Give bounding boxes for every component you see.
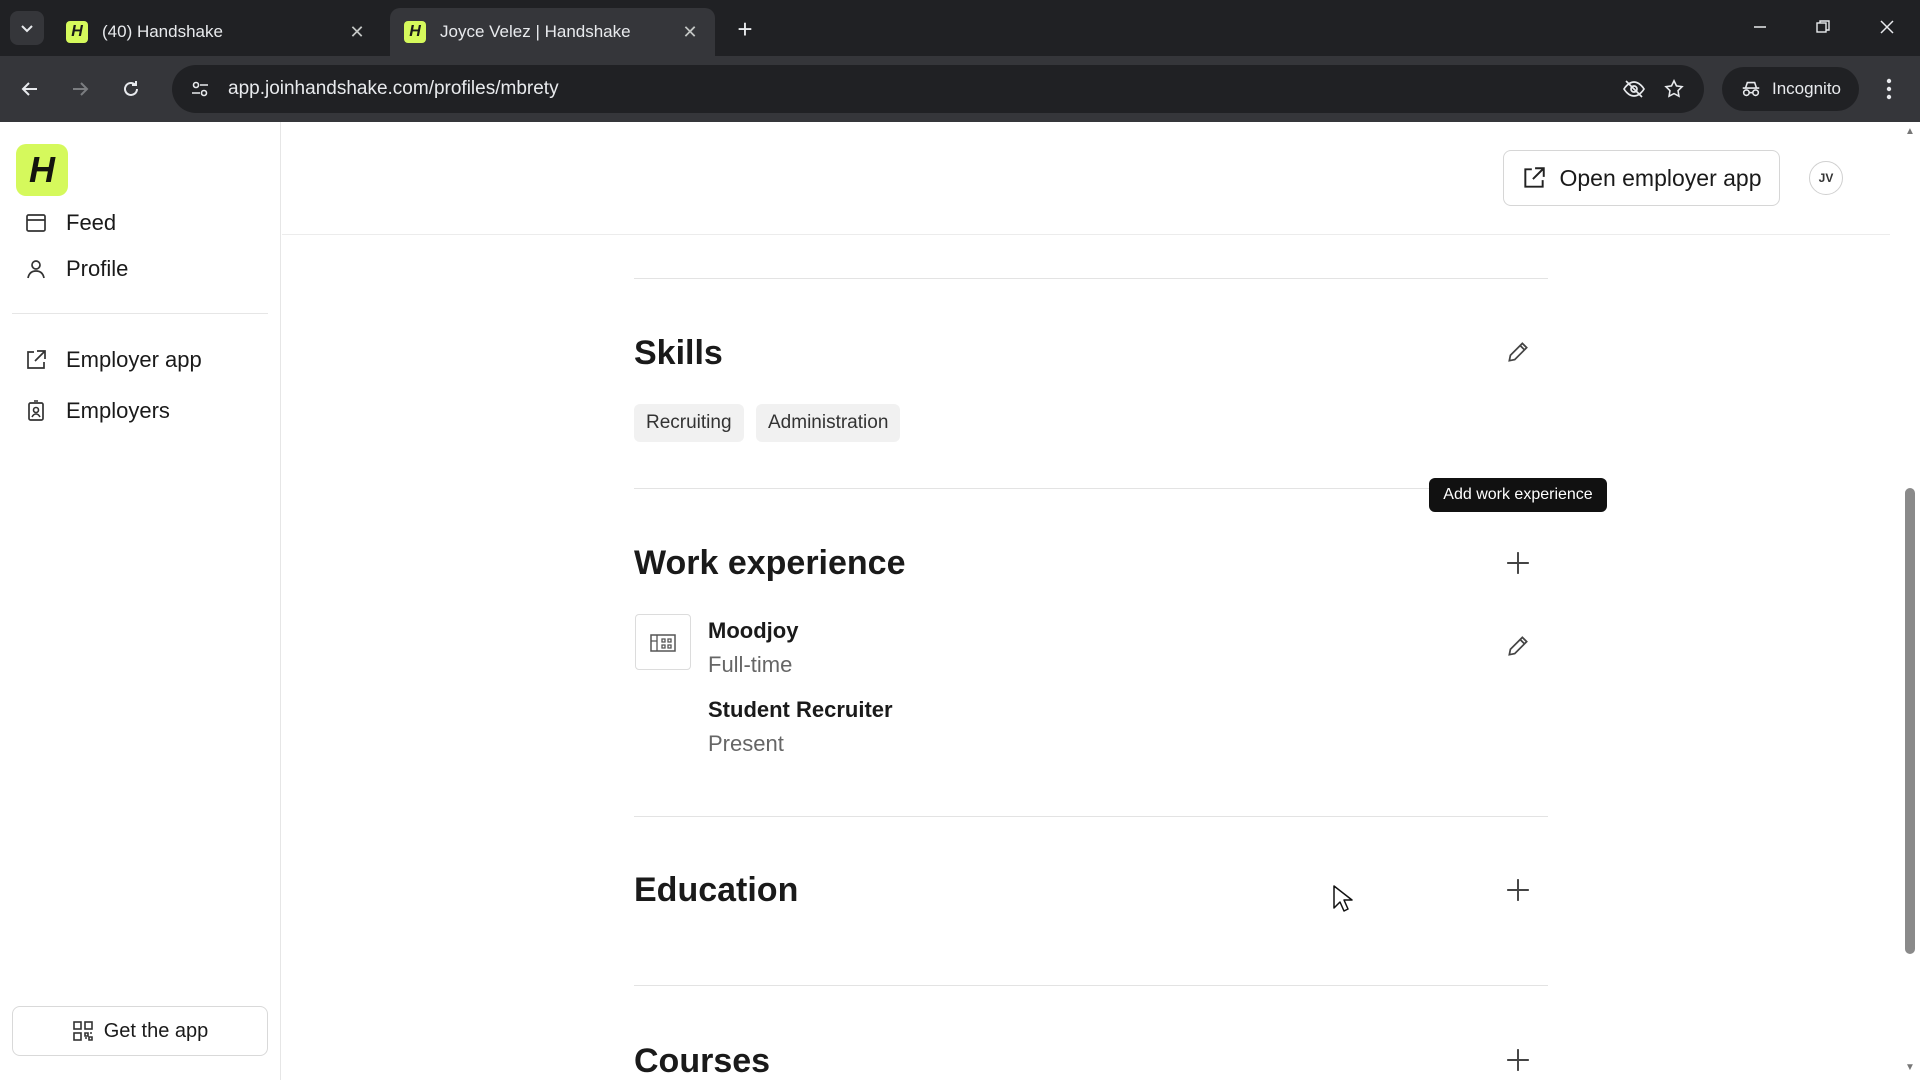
scroll-thumb[interactable]: [1905, 488, 1915, 954]
address-bar[interactable]: app.joinhandshake.com/profiles/mbrety: [172, 65, 1704, 113]
window-close-icon[interactable]: [1867, 10, 1907, 44]
restore-icon[interactable]: [1803, 10, 1843, 44]
plus-icon: [1507, 1049, 1529, 1071]
pencil-icon: [1508, 636, 1528, 656]
courses-heading: Courses: [634, 1042, 771, 1080]
skills-heading: Skills: [634, 334, 723, 372]
feed-icon: [22, 212, 50, 234]
tab-title: Joyce Velez | Handshake: [440, 22, 631, 41]
add-work-experience-tooltip: Add work experience: [1429, 478, 1607, 512]
avatar[interactable]: JV: [1809, 161, 1843, 195]
job-title: Student Recruiter: [708, 697, 893, 722]
minimize-icon[interactable]: [1740, 10, 1780, 44]
person-icon: [22, 258, 50, 280]
sidebar-item-feed[interactable]: Feed: [22, 203, 116, 243]
page-scrollbar[interactable]: ▲ ▼: [1900, 122, 1920, 1080]
scroll-down-icon[interactable]: ▼: [1904, 1062, 1916, 1073]
back-arrow-icon[interactable]: [13, 72, 47, 106]
mouse-cursor-icon: [1333, 885, 1353, 912]
external-link-icon: [22, 349, 50, 371]
scroll-up-icon[interactable]: ▲: [1904, 126, 1916, 137]
incognito-icon: [1742, 81, 1760, 97]
company-name: Moodjoy: [708, 618, 799, 643]
open-employer-app-label: Open employer app: [1559, 164, 1762, 191]
incognito-label: Incognito: [1772, 79, 1841, 98]
get-the-app-label: Get the app: [103, 1019, 209, 1042]
new-tab-button[interactable]: +: [730, 14, 760, 44]
skill-chip: Administration: [756, 404, 901, 442]
forward-arrow-icon[interactable]: [63, 72, 97, 106]
skill-chip: Recruiting: [634, 404, 744, 442]
url-text[interactable]: app.joinhandshake.com/profiles/mbrety: [228, 78, 1614, 100]
browser-toolbar: app.joinhandshake.com/profiles/mbrety In…: [0, 56, 1920, 122]
building-icon: [650, 634, 676, 652]
handshake-logo[interactable]: H: [16, 144, 68, 196]
add-work-experience-button[interactable]: [1500, 545, 1536, 581]
incognito-indicator[interactable]: Incognito: [1722, 67, 1859, 111]
close-icon[interactable]: ✕: [679, 21, 701, 43]
handshake-favicon-icon: H: [404, 21, 426, 43]
more-vert-icon[interactable]: [1872, 72, 1906, 106]
sidebar-item-employers[interactable]: Employers: [22, 391, 170, 431]
star-icon[interactable]: [1654, 69, 1694, 109]
tab-search-button[interactable]: [10, 11, 44, 45]
sidebar-item-label: Feed: [66, 210, 117, 235]
sidebar-divider: [12, 313, 268, 314]
close-icon[interactable]: ✕: [346, 21, 368, 43]
edit-skills-button[interactable]: [1500, 334, 1536, 370]
section-divider: [634, 278, 1548, 279]
chevron-down-icon: [21, 25, 33, 33]
open-employer-app-button[interactable]: Open employer app: [1503, 150, 1780, 206]
badge-icon: [22, 400, 50, 422]
pencil-icon: [1508, 342, 1528, 362]
get-the-app-button[interactable]: Get the app: [12, 1006, 268, 1056]
company-logo: [635, 614, 691, 670]
section-divider: [634, 816, 1548, 817]
tab-joyce-velez-profile[interactable]: H Joyce Velez | Handshake ✕: [390, 8, 715, 56]
section-divider: [634, 488, 1548, 489]
tab-title: (40) Handshake: [102, 22, 223, 41]
add-courses-button[interactable]: [1500, 1042, 1536, 1078]
eye-off-icon[interactable]: [1614, 69, 1654, 109]
qr-code-icon: [72, 1021, 93, 1041]
sidebar-item-label: Employer app: [66, 347, 202, 372]
sidebar-item-profile[interactable]: Profile: [22, 249, 128, 289]
add-education-button[interactable]: [1500, 872, 1536, 908]
browser-tab-bar: H (40) Handshake ✕ H Joyce Velez | Hands…: [0, 0, 1920, 56]
education-heading: Education: [634, 871, 799, 909]
employment-type: Full-time: [708, 652, 793, 677]
tab-handshake-feed[interactable]: H (40) Handshake ✕: [52, 8, 382, 56]
sidebar-item-label: Profile: [66, 256, 129, 281]
job-period: Present: [708, 731, 784, 756]
handshake-favicon-icon: H: [66, 21, 88, 43]
sidebar-item-label: Employers: [66, 398, 170, 423]
edit-work-experience-button[interactable]: [1500, 628, 1536, 664]
plus-icon: [1507, 879, 1529, 901]
section-divider: [634, 985, 1548, 986]
plus-icon: [1507, 552, 1529, 574]
work-experience-heading: Work experience: [634, 544, 906, 582]
site-settings-icon[interactable]: [180, 71, 220, 107]
external-link-icon: [1524, 167, 1546, 188]
main-header: Open employer app JV: [282, 122, 1890, 235]
sidebar: H Feed Profile Employer app Employers Ge…: [0, 122, 281, 1080]
reload-icon[interactable]: [114, 72, 148, 106]
sidebar-item-employer-app[interactable]: Employer app: [22, 340, 202, 380]
